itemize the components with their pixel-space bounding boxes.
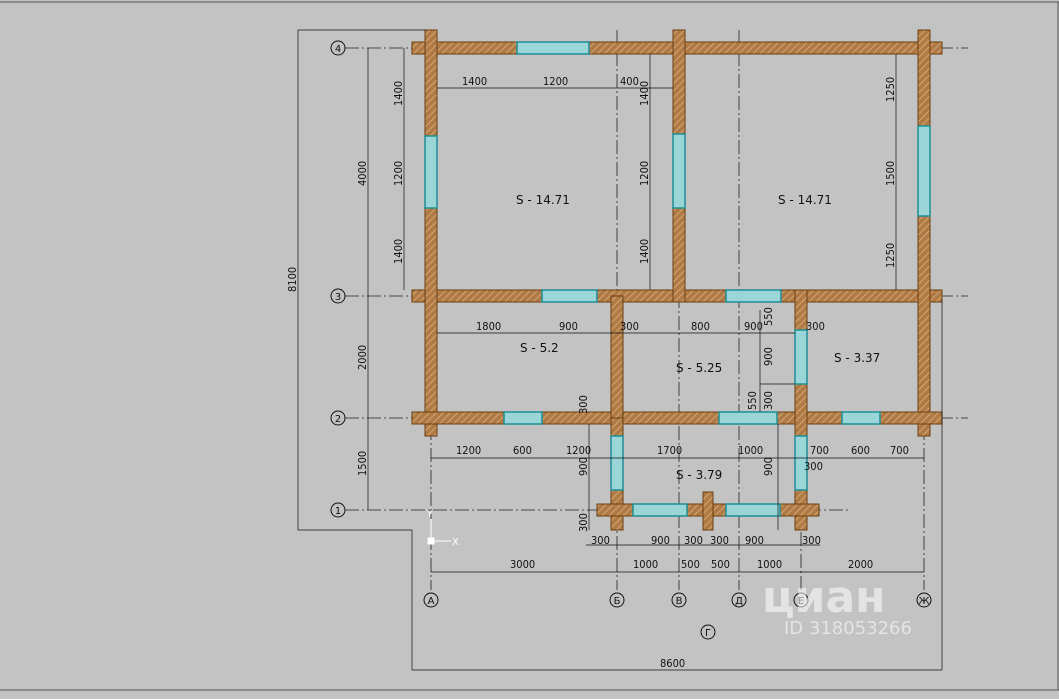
axis-g-label: Г	[705, 628, 711, 639]
dim-mid-1: 1800	[476, 320, 501, 333]
dim-room2-right-1: 1250	[884, 77, 897, 102]
dim-mid-5: 900	[744, 320, 763, 333]
floor-plan-drawing: 4 3 2 1 А Б В Д Е Г Ж S - 14.71 S - 14.7…	[0, 1, 1059, 691]
dim-bottom1-3: 300	[684, 534, 703, 547]
dim-left-1: 4000	[356, 161, 369, 186]
dim-overall-width: 8600	[660, 657, 685, 670]
dim-bottom1-4: 300	[710, 534, 729, 547]
dim-low-vert-2: 900	[577, 457, 590, 476]
dim-bottom2-2: 1000	[633, 558, 658, 571]
ucs-y-label: Y	[426, 510, 433, 520]
dim-mid-4: 800	[691, 320, 710, 333]
room-area-6: S - 3.79	[676, 468, 722, 482]
dim-room1-left-3: 1400	[392, 239, 405, 264]
dim-low-8: 700	[890, 444, 909, 457]
dim-room2-left-1: 1400	[638, 81, 651, 106]
dim-mid-2: 900	[559, 320, 578, 333]
dim-mid-3: 300	[620, 320, 639, 333]
axis-1-label: 1	[335, 506, 341, 517]
dim-low-6: 700	[810, 444, 829, 457]
dim-bottom1-2: 900	[651, 534, 670, 547]
dim-room2-right-3: 1250	[884, 243, 897, 268]
axis-v-label: В	[676, 596, 683, 607]
dim-bottom1-5: 900	[745, 534, 764, 547]
dim-room1-left-1: 1400	[392, 81, 405, 106]
axis-d-label: Д	[735, 596, 743, 607]
dim-mid-vert-3: 300	[762, 391, 775, 410]
dim-room1-left-2: 1200	[392, 161, 405, 186]
dim-room1-top-3: 400	[620, 75, 639, 88]
watermark-logo-text: циан	[762, 572, 886, 623]
axis-zh-label: Ж	[919, 596, 930, 607]
dim-low-vert-4: 300	[804, 460, 823, 473]
dim-low-2: 600	[513, 444, 532, 457]
axis-3-label: 3	[335, 292, 341, 303]
dim-bottom2-1: 3000	[510, 558, 535, 571]
dim-left-2: 2000	[356, 345, 369, 370]
dim-bottom2-3: 500	[681, 558, 700, 571]
dim-low-4: 1700	[657, 444, 682, 457]
axis-4-label: 4	[335, 44, 341, 55]
axis-a-label: А	[428, 596, 435, 607]
dim-low-1: 1200	[456, 444, 481, 457]
room-area-1: S - 14.71	[516, 193, 570, 207]
dim-low-vert-3: 900	[762, 457, 775, 476]
dim-low-vert-1: 300	[577, 395, 590, 414]
dim-low-5: 1000	[738, 444, 763, 457]
dim-room1-top-2: 1200	[543, 75, 568, 88]
room-area-2: S - 14.71	[778, 193, 832, 207]
dim-bottom2-6: 2000	[848, 558, 873, 571]
ucs-icon: X Y	[426, 510, 459, 548]
watermark: циан ID 318053266	[762, 572, 912, 639]
axis-2-label: 2	[335, 414, 341, 425]
dim-room2-right-2: 1500	[884, 161, 897, 186]
dim-mid-6: 300	[806, 320, 825, 333]
axis-labels: 4 3 2 1 А Б В Д Е Г Ж	[335, 44, 930, 639]
dim-mid-vert-2: 900	[762, 347, 775, 366]
dim-bottom2-5: 1000	[757, 558, 782, 571]
ucs-x-label: X	[452, 537, 459, 548]
axis-markers	[330, 40, 932, 640]
room-areas: S - 14.71 S - 14.71 S - 5.2 S - 5.25 S -…	[516, 193, 880, 482]
room-area-3: S - 5.2	[520, 341, 559, 355]
dim-room2-left-2: 1200	[638, 161, 651, 186]
dim-bottom1-6: 300	[802, 534, 821, 547]
dim-mid-vert-1: 550	[762, 307, 775, 326]
room-area-5: S - 3.37	[834, 351, 880, 365]
dim-mid-vert-4: 550	[746, 391, 759, 410]
dim-bottom1-1: 300	[591, 534, 610, 547]
dim-left-3: 1500	[356, 451, 369, 476]
room-area-4: S - 5.25	[676, 361, 722, 375]
dim-room2-left-3: 1400	[638, 239, 651, 264]
dim-low-vert-5: 300	[577, 513, 590, 532]
watermark-id: ID 318053266	[784, 618, 912, 639]
dim-bottom2-4: 500	[711, 558, 730, 571]
dim-overall-height: 8100	[286, 267, 299, 292]
dim-low-7: 600	[851, 444, 870, 457]
axis-b-label: Б	[614, 596, 621, 607]
dim-room1-top-1: 1400	[462, 75, 487, 88]
dim-low-3: 1200	[566, 444, 591, 457]
